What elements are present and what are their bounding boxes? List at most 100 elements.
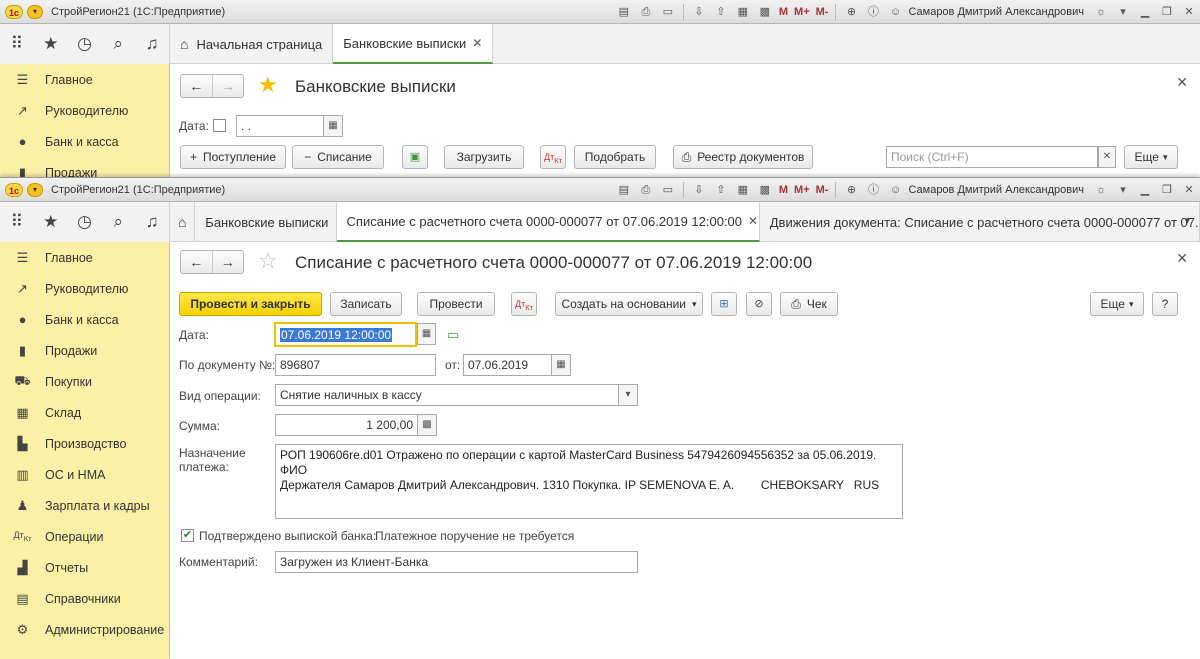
- restore-icon[interactable]: ❐: [1159, 182, 1175, 198]
- sidebar-item-directories[interactable]: ▤ Справочники: [0, 583, 169, 614]
- tab-close-icon[interactable]: ✕: [748, 214, 758, 228]
- incoming-button[interactable]: + Поступление: [180, 145, 286, 169]
- forward-arrow-icon[interactable]: →: [213, 251, 244, 273]
- clear-search-icon[interactable]: ✕: [1098, 146, 1116, 168]
- back-arrow-icon[interactable]: ←: [181, 251, 213, 273]
- close-icon[interactable]: ✕: [1181, 4, 1197, 20]
- sum-input[interactable]: 1 200,00: [275, 414, 418, 436]
- forward-arrow-icon[interactable]: →: [213, 75, 244, 97]
- tab-document[interactable]: Списание с расчетного счета 0000-000077 …: [336, 202, 760, 242]
- user-name[interactable]: Самаров Дмитрий Александрович: [908, 6, 1084, 18]
- calculator-icon[interactable]: ▩: [757, 4, 773, 20]
- sidebar-item-operations[interactable]: ДтКт Операции: [0, 521, 169, 552]
- sidebar-item-purchases[interactable]: ⛟ Покупки: [0, 366, 169, 397]
- calendar-icon[interactable]: ▦: [735, 4, 751, 20]
- back-arrow-icon[interactable]: ←: [181, 75, 213, 97]
- grid-menu-icon[interactable]: ⠿: [0, 212, 34, 232]
- post-button[interactable]: Провести: [417, 292, 495, 316]
- sidebar-item-warehouse[interactable]: ▦ Склад: [0, 397, 169, 428]
- sidebar-item-reports[interactable]: ▟ Отчеты: [0, 552, 169, 583]
- sidebar-item-main[interactable]: ☰ Главное: [0, 64, 169, 95]
- outgoing-button[interactable]: − Списание: [292, 145, 384, 169]
- tab-bank-statements[interactable]: Банковские выписки: [195, 202, 337, 242]
- save-button[interactable]: Записать: [330, 292, 402, 316]
- favorites-icon[interactable]: ★: [34, 34, 68, 54]
- attachment-icon[interactable]: ⊘: [746, 292, 772, 316]
- notification-icon[interactable]: ☼: [1093, 182, 1109, 198]
- history-icon[interactable]: ◷: [68, 212, 102, 232]
- memory-m-button[interactable]: M: [779, 184, 788, 196]
- tab-close-icon[interactable]: ✕: [472, 36, 482, 50]
- sidebar-item-bank[interactable]: ● Банк и касса: [0, 304, 169, 335]
- sidebar-item-bank[interactable]: ● Банк и касса: [0, 126, 169, 157]
- calendar-icon[interactable]: ▦: [417, 323, 436, 345]
- bell-icon[interactable]: ♫: [135, 34, 169, 54]
- sidebar-item-main[interactable]: ☰ Главное: [0, 242, 169, 273]
- favorite-star-icon[interactable]: ★: [258, 72, 278, 98]
- doc-date-input[interactable]: 07.06.2019: [463, 354, 552, 376]
- history-icon[interactable]: ◷: [68, 34, 102, 54]
- restore-icon[interactable]: ❐: [1159, 4, 1175, 20]
- zoom-icon[interactable]: ⊕: [843, 182, 859, 198]
- user-name[interactable]: Самаров Дмитрий Александрович: [908, 184, 1084, 196]
- tab-home[interactable]: ⌂ Начальная страница: [170, 24, 334, 64]
- calendar-icon[interactable]: ▦: [552, 354, 571, 376]
- sidebar-item-payroll[interactable]: ♟ Зарплата и кадры: [0, 490, 169, 521]
- select-button[interactable]: Подобрать: [574, 145, 656, 169]
- date-input[interactable]: . .: [236, 115, 324, 137]
- help-button[interactable]: ?: [1152, 292, 1178, 316]
- date-checkbox[interactable]: [213, 119, 226, 132]
- upload-icon[interactable]: ⇧: [713, 4, 729, 20]
- print-icon[interactable]: ⎙: [638, 4, 654, 20]
- minimize-icon[interactable]: ▁: [1137, 182, 1153, 198]
- dt-kt-icon[interactable]: ДтКт: [540, 145, 566, 169]
- calculator-icon[interactable]: ▩: [418, 414, 437, 436]
- chevron-down-icon[interactable]: ▾: [619, 384, 638, 406]
- sidebar-item-assets[interactable]: ▥ ОС и НМА: [0, 459, 169, 490]
- calculator-icon[interactable]: ▩: [757, 182, 773, 198]
- bell-icon[interactable]: ♫: [135, 212, 169, 232]
- more-button[interactable]: Еще ▾: [1090, 292, 1144, 316]
- dropdown-icon[interactable]: ▾: [1115, 182, 1131, 198]
- comment-input[interactable]: Загружен из Клиент-Банка: [275, 551, 638, 573]
- preview-icon[interactable]: ▭: [660, 182, 676, 198]
- post-and-close-button[interactable]: Провести и закрыть: [179, 292, 322, 316]
- receipt-button[interactable]: ⎙ Чек: [780, 292, 838, 316]
- memory-m-button[interactable]: M: [779, 6, 788, 18]
- memory-minus-button[interactable]: M-: [816, 184, 829, 196]
- structure-icon[interactable]: ⊞: [711, 292, 737, 316]
- minimize-icon[interactable]: ▁: [1137, 4, 1153, 20]
- info-icon[interactable]: ⓘ: [865, 4, 881, 20]
- main-menu-button[interactable]: ▾: [27, 182, 43, 197]
- search-icon[interactable]: ⌕: [101, 212, 135, 232]
- sidebar-item-manager[interactable]: ↗ Руководителю: [0, 95, 169, 126]
- main-menu-button[interactable]: ▾: [27, 4, 43, 19]
- tabs-dropdown-icon[interactable]: ▾: [1184, 214, 1190, 227]
- favorites-icon[interactable]: ★: [34, 212, 68, 232]
- excel-icon[interactable]: ▣: [402, 145, 428, 169]
- tab-home[interactable]: ⌂: [170, 202, 196, 242]
- upload-icon[interactable]: ⇧: [713, 182, 729, 198]
- create-based-on-button[interactable]: Создать на основании ▾: [555, 292, 703, 316]
- sidebar-item-admin[interactable]: ⚙ Администрирование: [0, 614, 169, 645]
- print-icon[interactable]: ⎙: [638, 182, 654, 198]
- more-button[interactable]: Еще ▾: [1124, 145, 1178, 169]
- sidebar-item-manager[interactable]: ↗ Руководителю: [0, 273, 169, 304]
- load-button[interactable]: Загрузить: [444, 145, 524, 169]
- close-icon[interactable]: ✕: [1181, 182, 1197, 198]
- memory-plus-button[interactable]: M+: [794, 184, 810, 196]
- close-form-icon[interactable]: ✕: [1176, 250, 1188, 267]
- tab-bank-statements[interactable]: Банковские выписки ✕: [333, 24, 494, 64]
- memory-plus-button[interactable]: M+: [794, 6, 810, 18]
- search-icon[interactable]: ⌕: [101, 34, 135, 54]
- preview-icon[interactable]: ▭: [660, 4, 676, 20]
- doc-number-input[interactable]: 896807: [275, 354, 436, 376]
- grid-menu-icon[interactable]: ⠿: [0, 34, 34, 54]
- save-icon[interactable]: ▤: [616, 182, 632, 198]
- close-form-icon[interactable]: ✕: [1176, 74, 1188, 91]
- operation-type-select[interactable]: Снятие наличных в кассу: [275, 384, 619, 406]
- tab-document-movements[interactable]: Движения документа: Списание с расчетног…: [760, 202, 1200, 242]
- purpose-textarea[interactable]: РОП 190606re.d01 Отражено по операции с …: [275, 444, 903, 519]
- confirmed-checkbox[interactable]: ✔: [181, 529, 194, 542]
- dt-kt-icon[interactable]: ДтКт: [511, 292, 537, 316]
